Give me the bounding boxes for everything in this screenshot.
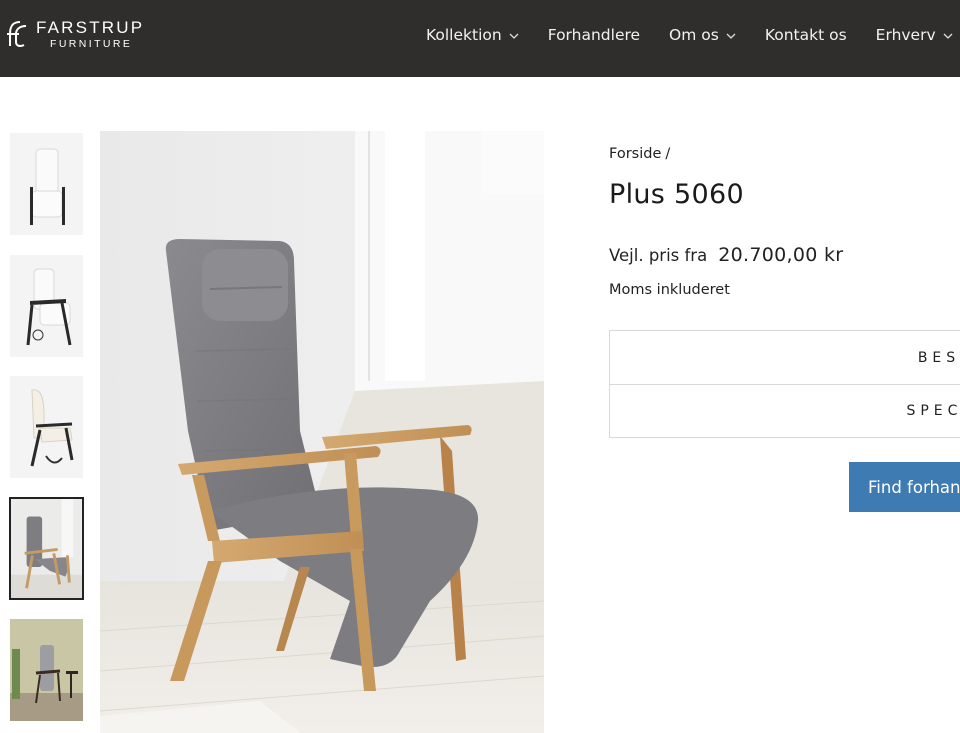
vat-note: Moms inkluderet (609, 282, 730, 298)
nav-item-kontakt-os[interactable]: Kontakt os (765, 26, 847, 44)
breadcrumb-separator: / (665, 146, 671, 162)
breadcrumb: Forside / (609, 146, 670, 162)
nav-item-om-os[interactable]: Om os (669, 26, 736, 44)
find-dealer-button[interactable]: Find forhan (849, 462, 960, 512)
product-title: Plus 5060 (609, 179, 744, 210)
accordion-description-toggle[interactable]: BES (610, 331, 960, 384)
farstrup-logo-icon (7, 21, 27, 47)
gallery-thumbnail-5[interactable] (10, 619, 83, 721)
nav-item-label: Erhverv (875, 26, 936, 44)
armchair-plus-5060-image (100, 131, 544, 733)
brand-name: FARSTRUP (36, 17, 145, 37)
gallery-thumbnail-4[interactable] (9, 497, 84, 600)
price-label: Vejl. pris fra (609, 246, 708, 265)
product-accordion: BES SPECI (609, 330, 960, 438)
nav-item-label: Kollektion (426, 26, 502, 44)
gallery-thumbnail-2[interactable] (10, 255, 83, 357)
brand-subtitle: FURNITURE (50, 37, 133, 50)
chair-cream-profile-image (10, 376, 83, 478)
main-navigation: Kollektion Forhandlere Om os Kontakt os … (426, 26, 960, 44)
breadcrumb-home-link[interactable]: Forside (609, 146, 661, 162)
gallery-thumbnail-1[interactable] (10, 133, 83, 235)
nav-item-kollektion[interactable]: Kollektion (426, 26, 519, 44)
nav-item-erhverv[interactable]: Erhverv (876, 26, 953, 44)
chevron-down-icon (726, 33, 736, 39)
price-row: Vejl. pris fra 20.700,00 kr (609, 244, 843, 266)
site-header: FARSTRUP FURNITURE Kollektion Forhandler… (0, 0, 960, 77)
chair-grey-oak-image (11, 499, 82, 598)
chair-room-scene-image (10, 619, 83, 721)
main-product-image[interactable] (100, 131, 544, 733)
chevron-down-icon (943, 33, 953, 39)
nav-item-forhandlere[interactable]: Forhandlere (548, 26, 640, 44)
nav-item-label: Om os (669, 26, 719, 44)
chair-white-front-image (10, 133, 83, 235)
price-value: 20.700,00 kr (718, 244, 844, 266)
nav-item-label: Kontakt os (764, 26, 847, 44)
chair-white-side-image (10, 255, 83, 357)
nav-item-label: Forhandlere (547, 26, 641, 44)
gallery-thumbnail-3[interactable] (10, 376, 83, 478)
accordion-specifications-toggle[interactable]: SPECI (610, 384, 960, 437)
chevron-down-icon (509, 33, 519, 39)
brand-logo[interactable]: FARSTRUP FURNITURE (6, 18, 144, 50)
